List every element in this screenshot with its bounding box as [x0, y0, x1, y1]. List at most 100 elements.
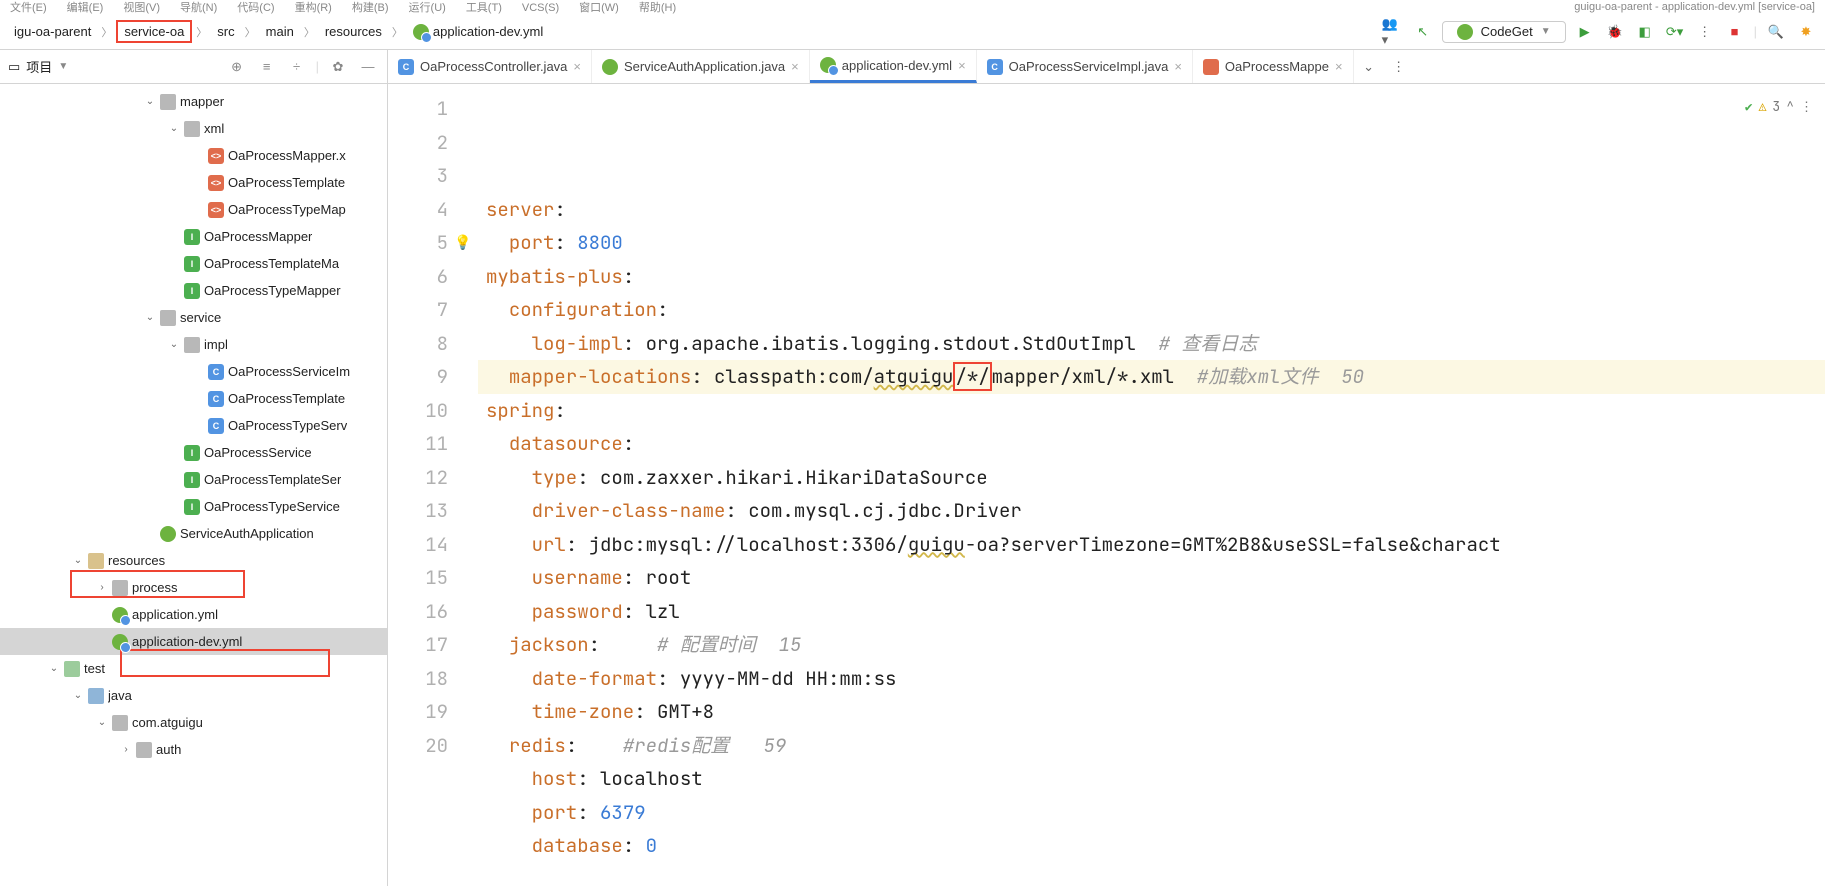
ide-settings-button[interactable]: ✸ [1795, 21, 1817, 43]
code-line[interactable]: database: 0 [478, 829, 1825, 863]
menu-item[interactable]: 窗口(W) [579, 2, 619, 14]
search-everywhere-button[interactable]: 🔍 [1765, 21, 1787, 43]
editor[interactable]: ✔ ⚠ 3 ^ ⋮ server: port: 8800mybatis-plus… [478, 84, 1825, 886]
menu-item[interactable]: 帮助(H) [639, 2, 676, 14]
tree-item[interactable]: ⌄com.atguigu [0, 709, 387, 736]
tree-item[interactable]: IOaProcessMapper [0, 223, 387, 250]
close-icon[interactable]: × [1335, 59, 1343, 74]
select-opened-file-icon[interactable]: ⊕ [226, 56, 248, 78]
chevron-icon[interactable]: ⌄ [144, 96, 156, 107]
tree-item[interactable]: ›process [0, 574, 387, 601]
editor-tab[interactable]: COaProcessServiceImpl.java× [977, 50, 1193, 83]
tree-item[interactable]: IOaProcessTypeService [0, 493, 387, 520]
breadcrumb-item[interactable]: src [211, 22, 240, 41]
menu-item[interactable]: 构建(B) [352, 2, 389, 14]
code-line[interactable]: type: com.zaxxer.hikari.HikariDataSource [478, 461, 1825, 495]
code-line[interactable]: password: lzl [478, 595, 1825, 629]
coverage-button[interactable]: ◧ [1634, 21, 1656, 43]
breadcrumb-item[interactable]: igu-oa-parent [8, 22, 97, 41]
code-line[interactable]: redis: #redis配置 59 [478, 729, 1825, 763]
menu-item[interactable]: 运行(U) [409, 2, 446, 14]
menu-item[interactable]: VCS(S) [522, 2, 559, 14]
tree-item[interactable]: COaProcessServiceIm [0, 358, 387, 385]
menu-item[interactable]: 视图(V) [123, 2, 160, 14]
tree-item[interactable]: application.yml [0, 601, 387, 628]
tree-item[interactable]: ⌄service [0, 304, 387, 331]
run-config-selector[interactable]: CodeGet ▼ [1442, 21, 1566, 43]
tree-item[interactable]: <>OaProcessMapper.x [0, 142, 387, 169]
code-line[interactable]: datasource: [478, 427, 1825, 461]
tree-item[interactable]: ⌄impl [0, 331, 387, 358]
code-line[interactable]: driver-class-name: com.mysql.cj.jdbc.Dri… [478, 494, 1825, 528]
editor-tab[interactable]: OaProcessMappe× [1193, 50, 1354, 83]
chevron-icon[interactable]: ⌄ [72, 555, 84, 566]
tree-item[interactable]: <>OaProcessTypeMap [0, 196, 387, 223]
code-line[interactable]: mapper-locations: classpath:com/atguigu/… [478, 360, 1825, 394]
settings-icon[interactable]: ✿ [327, 56, 349, 78]
tree-item[interactable]: IOaProcessTemplateSer [0, 466, 387, 493]
close-icon[interactable]: × [958, 58, 966, 73]
tree-item[interactable]: IOaProcessTemplateMa [0, 250, 387, 277]
tab-options-icon[interactable]: ⋮ [1384, 50, 1414, 83]
code-line[interactable]: username: root [478, 561, 1825, 595]
stop-button[interactable]: ■ [1724, 21, 1746, 43]
tree-item[interactable]: ⌄mapper [0, 88, 387, 115]
chevron-icon[interactable]: › [96, 582, 108, 593]
close-icon[interactable]: × [573, 59, 581, 74]
code-line[interactable]: log-impl: org.apache.ibatis.logging.stdo… [478, 327, 1825, 361]
breadcrumb-item[interactable]: service-oa [116, 20, 192, 43]
code-line[interactable]: jackson: # 配置时间 15 [478, 628, 1825, 662]
inspection-widget[interactable]: ✔ ⚠ 3 ^ ⋮ [1745, 90, 1813, 124]
tree-item[interactable]: ⌄java [0, 682, 387, 709]
code-line[interactable]: url: jdbc:mysql://localhost:3306/guigu-o… [478, 528, 1825, 562]
close-icon[interactable]: × [1174, 59, 1182, 74]
code-line[interactable]: configuration: [478, 293, 1825, 327]
chevron-icon[interactable]: ⌄ [168, 123, 180, 134]
chevron-icon[interactable]: ⌄ [144, 312, 156, 323]
menu-item[interactable]: 工具(T) [466, 2, 502, 14]
editor-tab[interactable]: ServiceAuthApplication.java× [592, 50, 810, 83]
profile-button[interactable]: ⟳▾ [1664, 21, 1686, 43]
code-line[interactable]: date-format: yyyy-MM-dd HH:mm:ss [478, 662, 1825, 696]
breadcrumb-item[interactable]: main [260, 22, 300, 41]
hide-icon[interactable]: — [357, 56, 379, 78]
tree-item[interactable]: ServiceAuthApplication [0, 520, 387, 547]
debug-button[interactable]: 🐞 [1604, 21, 1626, 43]
code-line[interactable]: spring: [478, 394, 1825, 428]
close-icon[interactable]: × [791, 59, 799, 74]
chevron-icon[interactable]: ⌄ [72, 690, 84, 701]
code-line[interactable]: server: [478, 193, 1825, 227]
chevron-icon[interactable]: ⌄ [168, 339, 180, 350]
menu-item[interactable]: 文件(E) [10, 2, 47, 14]
tree-item[interactable]: <>OaProcessTemplate [0, 169, 387, 196]
tab-overflow-icon[interactable]: ⌄ [1354, 50, 1384, 83]
chevron-icon[interactable]: ⌄ [96, 717, 108, 728]
code-line[interactable]: mybatis-plus: [478, 260, 1825, 294]
tree-item[interactable]: IOaProcessTypeMapper [0, 277, 387, 304]
code-line[interactable]: port: 6379 [478, 796, 1825, 830]
breadcrumb-item[interactable]: resources [319, 22, 388, 41]
menu-item[interactable]: 代码(C) [237, 2, 274, 14]
code-line[interactable]: time-zone: GMT+8 [478, 695, 1825, 729]
chevron-icon[interactable]: ⌄ [48, 663, 60, 674]
code-line[interactable]: host: localhost [478, 762, 1825, 796]
tree-item[interactable]: application-dev.yml [0, 628, 387, 655]
tree-item[interactable]: ›auth [0, 736, 387, 763]
editor-tab[interactable]: application-dev.yml× [810, 50, 977, 83]
tree-item[interactable]: COaProcessTypeServ [0, 412, 387, 439]
menu-item[interactable]: 导航(N) [180, 2, 217, 14]
tree-item[interactable]: ⌄xml [0, 115, 387, 142]
breadcrumb-item[interactable]: application-dev.yml [407, 22, 549, 42]
users-icon[interactable]: 👥▾ [1382, 21, 1404, 43]
menu-item[interactable]: 重构(R) [295, 2, 332, 14]
menu-item[interactable]: 编辑(E) [67, 2, 104, 14]
expand-all-icon[interactable]: ≡ [256, 56, 278, 78]
tree-item[interactable]: IOaProcessService [0, 439, 387, 466]
more-run-icon[interactable]: ⋮ [1694, 21, 1716, 43]
chevron-icon[interactable]: › [120, 744, 132, 755]
editor-tab[interactable]: COaProcessController.java× [388, 50, 592, 83]
tree-item[interactable]: ⌄resources [0, 547, 387, 574]
tree-item[interactable]: ⌄test [0, 655, 387, 682]
tree-item[interactable]: COaProcessTemplate [0, 385, 387, 412]
run-button[interactable]: ▶ [1574, 21, 1596, 43]
